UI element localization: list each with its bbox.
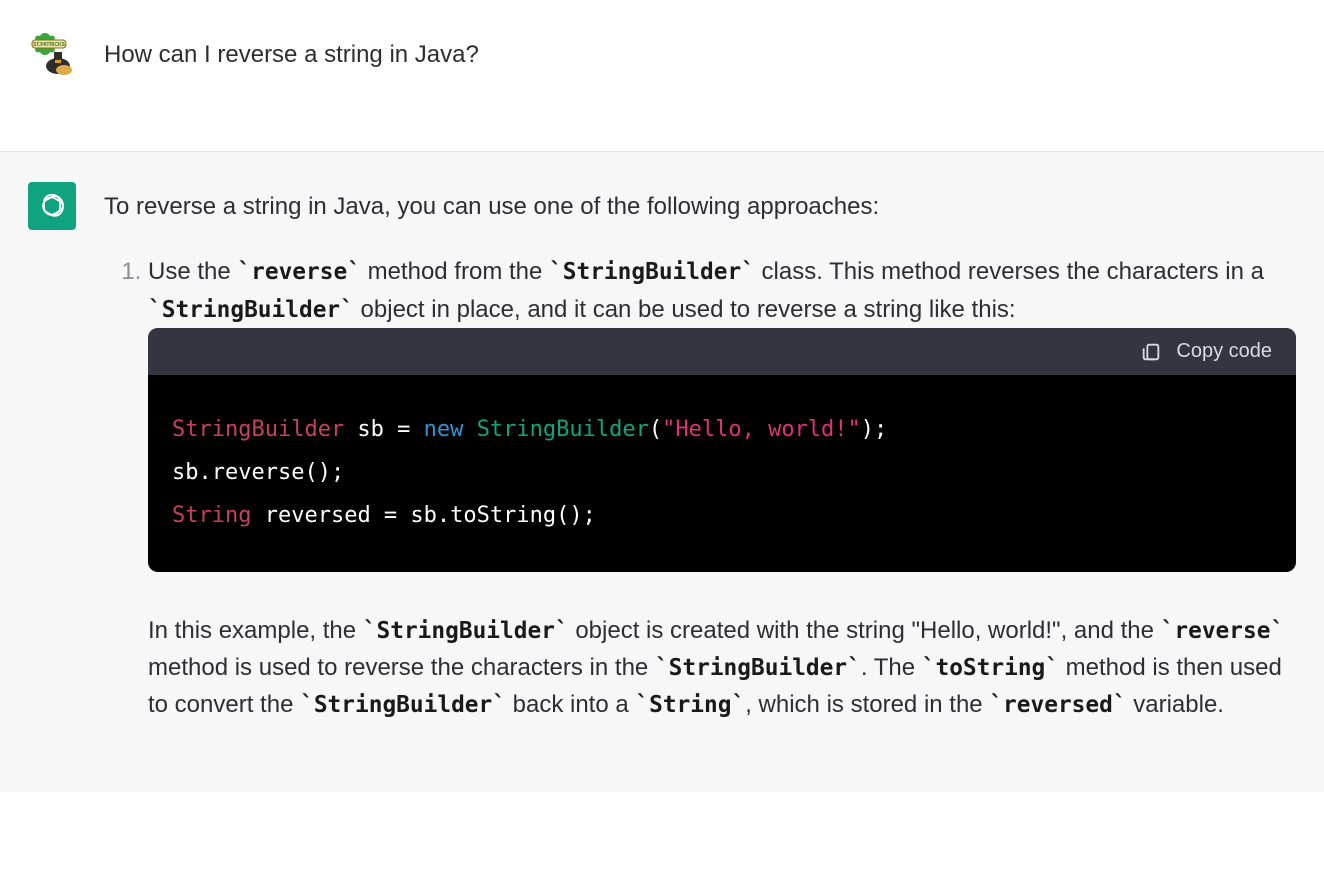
inline-code-stringbuilder: `StringBuilder` xyxy=(549,259,755,285)
item1-text-a: Use the xyxy=(148,258,237,285)
code-token: ( xyxy=(649,417,662,442)
approaches-list: Use the `reverse` method from the `Strin… xyxy=(104,253,1296,723)
clipboard-icon xyxy=(1140,341,1162,363)
inline-code-sb2: `StringBuilder` xyxy=(655,655,861,681)
explain-f: back into a xyxy=(506,691,635,718)
inline-code-tostring: `toString` xyxy=(922,655,1059,681)
copy-code-label: Copy code xyxy=(1176,340,1272,363)
code-content[interactable]: StringBuilder sb = new StringBuilder("He… xyxy=(148,375,1296,572)
inline-code-string: `String` xyxy=(635,692,745,718)
code-block: Copy code StringBuilder sb = new StringB… xyxy=(148,328,1296,572)
explain-b: object is created with the string "Hello… xyxy=(569,617,1161,644)
code-token: reversed = sb.toString(); xyxy=(251,503,595,528)
stpatricks-avatar-icon: ST.PATRICKS xyxy=(28,30,76,78)
assistant-intro-text: To reverse a string in Java, you can use… xyxy=(104,188,1296,225)
assistant-message-row: To reverse a string in Java, you can use… xyxy=(0,152,1324,792)
approach-item-1: Use the `reverse` method from the `Strin… xyxy=(148,253,1296,723)
explain-a: In this example, the xyxy=(148,617,363,644)
inline-code-reverse: `reverse` xyxy=(237,259,361,285)
inline-code-sb: `StringBuilder` xyxy=(363,618,569,644)
item1-text-d: object in place, and it can be used to r… xyxy=(354,296,1016,323)
copy-code-button[interactable]: Copy code xyxy=(1140,340,1272,363)
code-block-header: Copy code xyxy=(148,328,1296,375)
inline-code-sb3: `StringBuilder` xyxy=(300,692,506,718)
code-token: "Hello, world!" xyxy=(662,417,861,442)
inline-code-reversed: `reversed` xyxy=(989,692,1126,718)
code-token: sb = xyxy=(344,417,423,442)
explain-d: . The xyxy=(861,654,922,681)
user-avatar: ST.PATRICKS xyxy=(28,30,76,78)
explain-h: variable. xyxy=(1127,691,1224,718)
code-token: sb.reverse(); xyxy=(172,460,344,485)
code-token xyxy=(463,417,476,442)
code-token: StringBuilder xyxy=(172,417,344,442)
user-message-text: How can I reverse a string in Java? xyxy=(104,36,1296,73)
user-message-row: ST.PATRICKS How can I reverse a string i… xyxy=(0,0,1324,152)
explanation-paragraph: In this example, the `StringBuilder` obj… xyxy=(148,612,1296,724)
assistant-message-content: To reverse a string in Java, you can use… xyxy=(104,182,1296,742)
assistant-avatar xyxy=(28,182,76,230)
svg-text:ST.PATRICKS: ST.PATRICKS xyxy=(33,42,66,48)
inline-code-reverse2: `reverse` xyxy=(1161,618,1285,644)
code-token: StringBuilder xyxy=(477,417,649,442)
user-message-content: How can I reverse a string in Java? xyxy=(104,30,1296,101)
code-token: ); xyxy=(861,417,888,442)
item1-text-c: class. This method reverses the characte… xyxy=(755,258,1264,285)
code-token: String xyxy=(172,503,251,528)
explain-c: method is used to reverse the characters… xyxy=(148,654,655,681)
openai-logo-icon xyxy=(36,190,68,222)
item1-text-b: method from the xyxy=(361,258,549,285)
explain-g: , which is stored in the xyxy=(745,691,989,718)
inline-code-stringbuilder-2: `StringBuilder` xyxy=(148,297,354,323)
code-token: new xyxy=(424,417,464,442)
